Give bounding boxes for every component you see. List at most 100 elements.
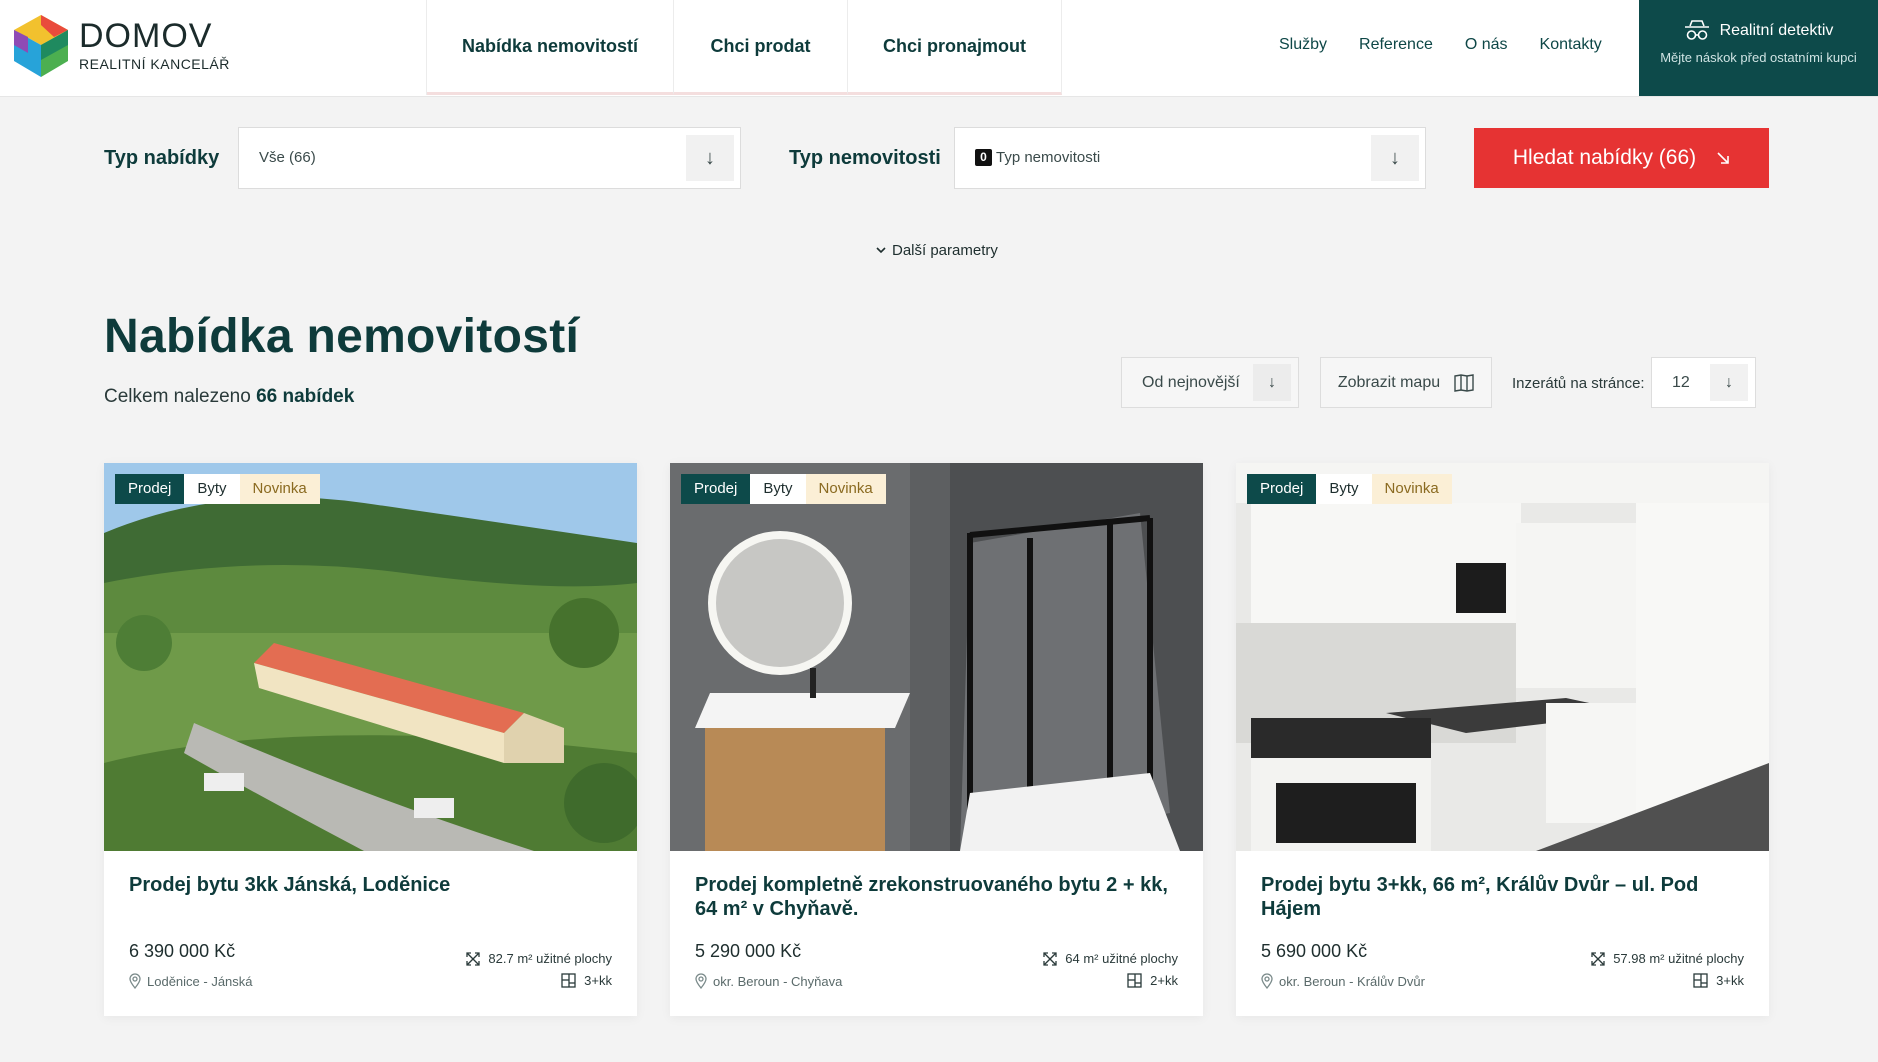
card-price: 5 690 000 Kč [1261, 941, 1368, 961]
brand-subtitle: REALITNÍ KANCELÁŘ [79, 56, 230, 72]
arrow-down-icon[interactable]: ↓ [1371, 135, 1419, 181]
card-title[interactable]: Prodej bytu 3+kk, 66 m², Králův Dvůr – u… [1261, 873, 1741, 921]
location-pin-icon [695, 973, 707, 989]
tab-chci-prodat[interactable]: Chci prodat [674, 0, 848, 95]
top-nav: Služby Reference O nás Kontakty [1279, 36, 1634, 54]
property-photo[interactable]: Prodej Byty Novinka [104, 463, 637, 851]
card-disposition: 3+kk [561, 973, 612, 988]
location-text: okr. Beroun - Chyňava [713, 973, 843, 989]
card-title[interactable]: Prodej kompletně zrekonstruovaného bytu … [695, 873, 1175, 921]
arrow-down-icon[interactable]: ↓ [1710, 364, 1748, 401]
property-type-select[interactable]: 0 Typ nemovitosti ↓ [954, 127, 1426, 189]
location-text: Loděnice - Jánská [147, 973, 253, 989]
search-button-label: Hledat nabídky (66) [1512, 146, 1697, 169]
brand-name: DOMOV [79, 17, 213, 55]
area-icon [1591, 951, 1605, 966]
card-tags: Prodej Byty Novinka [1247, 474, 1452, 504]
nav-link-o-nas[interactable]: O nás [1465, 36, 1508, 54]
card-title[interactable]: Prodej bytu 3kk Jánská, Loděnice [129, 873, 609, 897]
map-button-label: Zobrazit mapu [1337, 373, 1441, 391]
area-text: 57.98 m² užitné plochy [1613, 951, 1744, 966]
card-location: okr. Beroun - Králův Dvůr [1261, 973, 1425, 989]
area-icon [1043, 951, 1057, 966]
arrow-down-icon[interactable]: ↓ [686, 135, 734, 181]
detective-subtitle: Mějte náskok před ostatními kupci [1660, 50, 1857, 65]
main-nav: Nabídka nemovitostí Chci prodat Chci pro… [426, 0, 1062, 95]
page-title: Nabídka nemovitostí [104, 310, 580, 363]
show-map-button[interactable]: Zobrazit mapu [1320, 357, 1492, 408]
offer-type-value: Vše (66) [259, 149, 316, 166]
tag-byty: Byty [750, 474, 806, 504]
nav-link-kontakty[interactable]: Kontakty [1540, 36, 1602, 54]
tab-label: Chci pronajmout [883, 35, 1026, 56]
count-prefix: Celkem nalezeno [104, 386, 251, 407]
floorplan-icon [1693, 973, 1708, 988]
logo-cube-icon[interactable] [14, 15, 68, 77]
offer-type-select[interactable]: Vše (66) ↓ [238, 127, 741, 189]
per-page-label: Inzerátů na stránce: [1512, 375, 1645, 392]
more-params-label: Další parametry [892, 242, 998, 259]
location-pin-icon [129, 973, 141, 989]
more-params-toggle[interactable]: Další parametry [876, 242, 998, 259]
results-count: Celkem nalezeno 66 nabídek [104, 386, 354, 408]
tab-chci-pronajmout[interactable]: Chci pronajmout [848, 0, 1062, 95]
tab-label: Chci prodat [710, 35, 811, 56]
property-type-label: Typ nemovitosti [789, 147, 941, 169]
card-location: okr. Beroun - Chyňava [695, 973, 842, 989]
floorplan-icon [1127, 973, 1142, 988]
disposition-text: 3+kk [584, 973, 612, 988]
property-card[interactable]: Prodej Byty Novinka Prodej bytu 3kk Jáns… [104, 463, 637, 1016]
site-header: DOMOV REALITNÍ KANCELÁŘ Nabídka nemovito… [0, 0, 1878, 97]
chevron-down-icon [876, 247, 886, 254]
arrow-down-icon[interactable]: ↓ [1253, 364, 1291, 401]
card-tags: Prodej Byty Novinka [115, 474, 320, 504]
card-price: 5 290 000 Kč [695, 941, 802, 961]
per-page-value: 12 [1672, 374, 1690, 391]
card-area: 82.7 m² užitné plochy [466, 951, 612, 966]
tag-prodej: Prodej [681, 474, 751, 504]
property-type-placeholder: Typ nemovitosti [996, 149, 1101, 166]
area-text: 64 m² užitné plochy [1065, 951, 1178, 966]
tab-label: Nabídka nemovitostí [461, 35, 639, 56]
property-photo[interactable]: Prodej Byty Novinka [1236, 463, 1769, 851]
area-icon [466, 951, 481, 966]
location-pin-icon [1261, 973, 1273, 989]
brand[interactable]: DOMOV REALITNÍ KANCELÁŘ [79, 18, 230, 72]
tab-nabidka-nemovitosti[interactable]: Nabídka nemovitostí [427, 0, 674, 95]
area-text: 82.7 m² užitné plochy [488, 951, 612, 966]
card-tags: Prodej Byty Novinka [681, 474, 886, 504]
property-card[interactable]: Prodej Byty Novinka Prodej kompletně zre… [670, 463, 1203, 1016]
nav-link-sluzby[interactable]: Služby [1279, 36, 1327, 54]
per-page-select[interactable]: 12 ↓ [1651, 357, 1756, 408]
detective-title: Realitní detektiv [1719, 22, 1834, 39]
card-disposition: 2+kk [1127, 973, 1178, 988]
tag-byty: Byty [1316, 474, 1372, 504]
card-location: Loděnice - Jánská [129, 973, 253, 989]
detective-icon [1684, 20, 1710, 42]
tag-novinka: Novinka [1371, 474, 1452, 504]
tag-prodej: Prodej [115, 474, 185, 504]
count-value: 66 nabídek [256, 386, 355, 407]
disposition-text: 3+kk [1716, 973, 1744, 988]
tag-novinka: Novinka [239, 474, 320, 504]
property-photo[interactable]: Prodej Byty Novinka [670, 463, 1203, 851]
search-offers-button[interactable]: Hledat nabídky (66) [1474, 128, 1769, 188]
selected-count-badge: 0 [975, 149, 992, 166]
tag-prodej: Prodej [1247, 474, 1317, 504]
property-card[interactable]: Prodej Byty Novinka Prodej bytu 3+kk, 66… [1236, 463, 1769, 1016]
card-disposition: 3+kk [1693, 973, 1744, 988]
card-price: 6 390 000 Kč [129, 941, 236, 961]
card-area: 64 m² užitné plochy [1043, 951, 1178, 966]
realitni-detektiv-button[interactable]: Realitní detektiv Mějte náskok před osta… [1639, 0, 1878, 96]
arrow-down-right-icon [1716, 151, 1730, 165]
card-area: 57.98 m² užitné plochy [1591, 951, 1744, 966]
sort-select[interactable]: Od nejnovější ↓ [1121, 357, 1299, 408]
nav-link-reference[interactable]: Reference [1359, 36, 1433, 54]
location-text: okr. Beroun - Králův Dvůr [1279, 973, 1425, 989]
map-icon [1454, 373, 1474, 392]
floorplan-icon [561, 973, 576, 988]
offer-type-label: Typ nabídky [104, 147, 220, 169]
tag-novinka: Novinka [805, 474, 886, 504]
tag-byty: Byty [184, 474, 240, 504]
disposition-text: 2+kk [1150, 973, 1178, 988]
